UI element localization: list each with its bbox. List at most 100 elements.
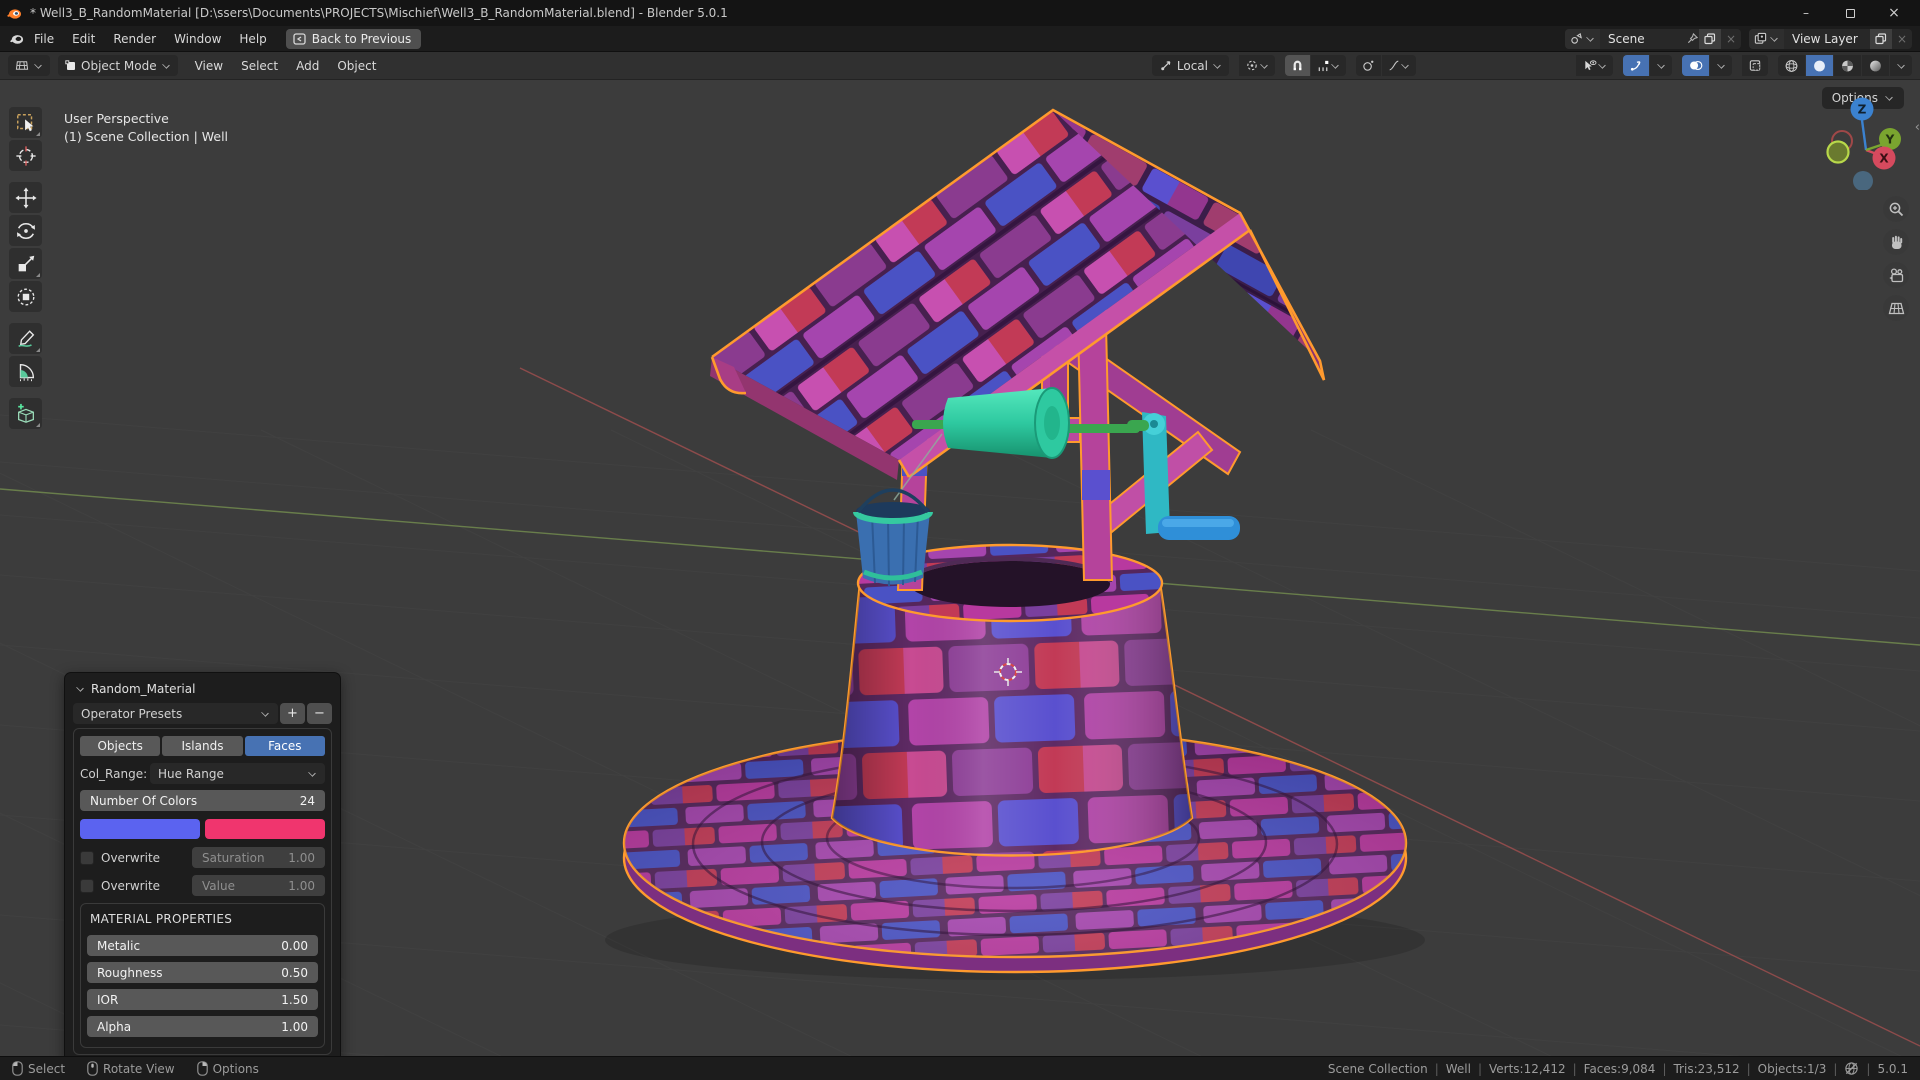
tab-objects[interactable]: Objects [80,736,160,756]
view-layer-browse-button[interactable] [1749,29,1784,49]
metallic-slider[interactable]: Metalic 0.00 [87,935,318,956]
new-view-layer-button[interactable] [1870,29,1892,49]
color-swatch-2[interactable] [205,819,325,839]
measure-icon [15,361,37,383]
shading-solid-button[interactable] [1806,55,1833,76]
shading-wireframe-button[interactable] [1778,55,1805,76]
shading-material-button[interactable] [1834,55,1861,76]
back-to-previous-button[interactable]: Back to Previous [286,29,422,49]
stat-objects: Objects:1/3 [1758,1062,1827,1076]
tool-measure[interactable] [9,356,42,387]
value-slider[interactable]: Value 1.00 [192,875,325,896]
maximize-button[interactable] [1830,1,1870,25]
mode-label: Object Mode [81,59,157,73]
overwrite-value-checkbox[interactable] [80,879,94,893]
menu-render[interactable]: Render [104,28,165,50]
xray-toggle[interactable] [1742,55,1768,76]
saturation-slider[interactable]: Saturation 1.00 [192,847,325,868]
tab-faces[interactable]: Faces [245,736,325,756]
zoom-button[interactable] [1883,196,1909,222]
add-preset-button[interactable]: + [280,703,305,724]
overlays-dropdown[interactable] [1710,55,1732,76]
object-visibility-dropdown[interactable] [1576,55,1613,76]
scene-browse-button[interactable] [1565,29,1600,49]
snap-toggle[interactable] [1285,55,1310,76]
navigation-gizmo[interactable]: Z Y X [1812,94,1916,190]
shading-dropdown[interactable] [1890,55,1912,76]
ior-slider[interactable]: IOR 1.50 [87,989,318,1010]
mode-dropdown[interactable]: Object Mode [58,55,178,76]
tool-cursor[interactable] [9,140,42,171]
tool-scale[interactable] [9,248,42,279]
scene-name[interactable]: Scene [1600,32,1686,46]
camera-icon [1888,267,1905,284]
blender-logo-icon [6,5,22,21]
tool-annotate[interactable] [9,323,42,354]
blender-app-icon[interactable] [8,31,25,46]
menu-window[interactable]: Window [165,28,230,50]
menu-add[interactable]: Add [287,55,328,77]
minimize-button[interactable]: – [1786,1,1826,25]
orthographic-toggle-button[interactable] [1883,295,1909,321]
menu-file[interactable]: File [25,28,63,50]
tool-select-box[interactable] [9,107,42,138]
pivot-point-dropdown[interactable] [1239,55,1275,76]
roughness-slider[interactable]: Roughness 0.50 [87,962,318,983]
view-layer-name[interactable]: View Layer [1784,32,1870,46]
tool-move[interactable] [9,182,42,213]
col-range-dropdown[interactable]: Hue Range [150,763,325,784]
camera-view-button[interactable] [1883,262,1909,288]
pin-icon[interactable] [1686,32,1699,45]
col-range-label: Col_Range: [80,767,150,781]
stat-object: Well [1446,1062,1471,1076]
viewport-3d[interactable]: User Perspective (1) Scene Collection | … [0,80,1920,1056]
magnet-icon [1291,59,1304,72]
panel-header[interactable]: Random_Material [73,680,332,703]
alpha-slider[interactable]: Alpha 1.00 [87,1016,318,1037]
remove-preset-button[interactable]: − [307,703,332,724]
orientation-local-icon [1159,59,1173,72]
svg-text:Y: Y [1885,133,1895,147]
color-swatch-1[interactable] [80,819,200,839]
shading-rendered-button[interactable] [1862,55,1889,76]
tool-add-cube[interactable] [9,398,42,429]
new-scene-button[interactable] [1699,29,1721,49]
unlink-scene-button[interactable]: × [1721,32,1741,46]
orientation-label: Local [1177,59,1208,73]
operator-redo-panel: Random_Material Operator Presets + − Obj… [64,672,341,1056]
editor-type-button[interactable] [8,55,50,76]
gizmos-dropdown[interactable] [1650,55,1672,76]
snap-settings-dropdown[interactable] [1311,55,1346,76]
overwrite-saturation-checkbox[interactable] [80,851,94,865]
menu-object[interactable]: Object [328,55,385,77]
version-label: 5.0.1 [1877,1062,1908,1076]
menu-select[interactable]: Select [232,55,287,77]
proportional-falloff-dropdown[interactable] [1382,55,1416,76]
gizmos-toggle[interactable] [1623,55,1649,76]
overlays-toggle[interactable] [1682,55,1709,76]
proportional-editing-toggle[interactable] [1356,55,1381,76]
stat-collection: Scene Collection [1328,1062,1428,1076]
tab-islands[interactable]: Islands [162,736,242,756]
gizmo-neg-y-ball[interactable] [1828,142,1849,163]
view-layer-icon [1754,32,1767,45]
menu-view[interactable]: View [186,55,232,77]
material-preview-icon [1840,59,1855,73]
move-icon [15,187,37,209]
operator-presets-dropdown[interactable]: Operator Presets [73,703,278,724]
viewport-header: Object Mode View Select Add Object Local [0,52,1920,80]
menu-edit[interactable]: Edit [63,28,104,50]
top-menu-bar: File Edit Render Window Help Back to Pre… [0,26,1920,52]
menu-help[interactable]: Help [230,28,275,50]
well-object[interactable] [605,110,1425,980]
pan-button[interactable] [1883,229,1909,255]
mode-tabs: Objects Islands Faces [80,736,325,756]
tool-shelf [9,107,42,429]
tool-transform[interactable] [9,281,42,312]
number-of-colors-slider[interactable]: Number Of Colors 24 [80,790,325,811]
close-button[interactable]: × [1874,1,1914,25]
gizmo-neg-z-ball[interactable] [1853,171,1873,190]
tool-rotate[interactable] [9,215,42,246]
transform-orientation-dropdown[interactable]: Local [1152,55,1229,76]
remove-view-layer-button[interactable]: × [1892,32,1912,46]
